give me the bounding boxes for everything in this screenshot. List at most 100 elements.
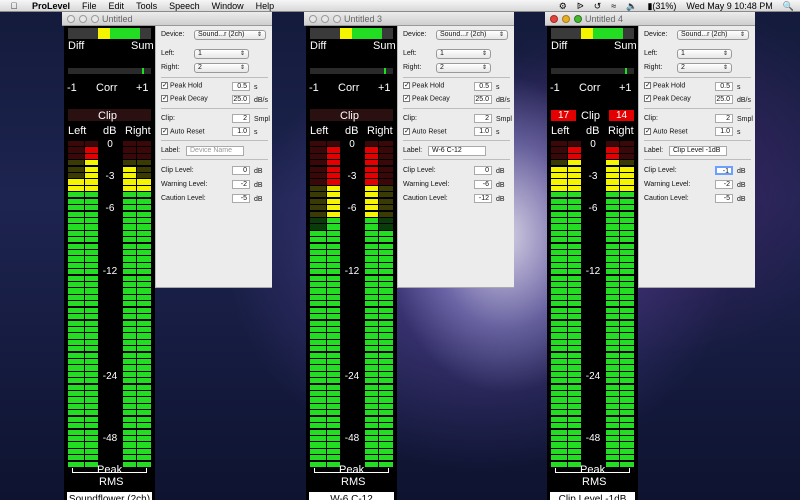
auto-reset-checkbox[interactable]: ✓ [403,128,410,135]
auto-reset-checkbox-row[interactable]: ✓ Auto Reset [644,128,688,135]
peak-hold-input[interactable]: 0.5 [715,82,733,91]
peak-decay-input[interactable]: 25.0 [232,95,250,104]
clip-samples-unit: Smpl [254,116,270,123]
window-titlebar[interactable]: Untitled 4 [545,12,755,26]
apple-icon[interactable]:  [8,1,20,11]
meter-segment [68,365,84,371]
bluetooth-icon[interactable]: ᐉ [577,1,584,12]
right-channel-value: 2 [198,64,202,71]
peak-hold-input[interactable]: 0.5 [474,82,492,91]
clip-samples-input[interactable]: 2 [715,114,733,123]
caution-level-input[interactable]: -12 [474,194,492,203]
minimize-button[interactable] [79,15,87,23]
auto-reset-checkbox-row[interactable]: ✓ Auto Reset [161,128,205,135]
peak-hold-checkbox[interactable]: ✓ [644,82,651,89]
peak-decay-checkbox-row[interactable]: ✓ Peak Decay [644,95,691,102]
battery-icon[interactable]: ▮(31%) [647,1,676,12]
peak-decay-checkbox[interactable]: ✓ [403,95,410,102]
wifi-icon[interactable]: ≈ [611,1,616,11]
warning-level-input[interactable]: -6 [474,180,492,189]
left-channel-select[interactable]: 1 ⇕ [436,49,491,59]
auto-reset-checkbox[interactable]: ✓ [161,128,168,135]
scale-minus48-label: -48 [344,433,360,444]
auto-reset-input[interactable]: 1.0 [232,127,250,136]
window-titlebar[interactable]: Untitled 3 [304,12,514,26]
window-titlebar[interactable]: Untitled [62,12,272,26]
auto-reset-checkbox-row[interactable]: ✓ Auto Reset [403,128,447,135]
menu-window[interactable]: Window [212,1,244,11]
meter-segment [85,365,98,371]
label-field[interactable]: Clip Level -1dB [669,146,727,156]
auto-reset-checkbox[interactable]: ✓ [644,128,651,135]
peak-decay-checkbox[interactable]: ✓ [161,95,168,102]
left-channel-select[interactable]: 1 ⇕ [677,49,732,59]
menu-tools[interactable]: Tools [136,1,157,11]
zoom-button[interactable] [574,15,582,23]
time-machine-icon[interactable]: ↺ [594,1,602,12]
menu-app-name[interactable]: ProLevel [32,1,70,11]
peak-hold-checkbox-row[interactable]: ✓ Peak Hold [403,82,444,89]
peak-decay-checkbox[interactable]: ✓ [644,95,651,102]
meter-segment [310,371,326,378]
close-button[interactable] [550,15,558,23]
volume-icon[interactable]: 🔈 [626,1,637,12]
peak-hold-checkbox[interactable]: ✓ [161,82,168,89]
zoom-button[interactable] [91,15,99,23]
minimize-button[interactable] [321,15,329,23]
clip-level-input[interactable]: 0 [232,166,250,175]
spotlight-icon[interactable]: 🔍 [783,1,794,12]
left-channel-select[interactable]: 1 ⇕ [194,49,249,59]
auto-reset-input[interactable]: 1.0 [474,127,492,136]
right-clip-count[interactable]: 14 [609,110,634,121]
right-channel-select[interactable]: 2 ⇕ [677,63,732,73]
caution-level-input[interactable]: -5 [232,194,250,203]
meter-segment [551,160,567,166]
menu-file[interactable]: File [82,1,97,11]
meter-segment [568,160,581,166]
device-select[interactable]: Sound...r (2ch) ⇕ [194,30,266,40]
clip-samples-input[interactable]: 2 [474,114,492,123]
warning-level-input[interactable]: -2 [232,180,250,189]
warning-level-input[interactable]: -2 [715,180,733,189]
left-clip-count[interactable]: 17 [551,110,576,121]
meter-segment [85,217,98,224]
peak-decay-input[interactable]: 25.0 [715,95,733,104]
clip-samples-input[interactable]: 2 [232,114,250,123]
meter-segment [123,397,136,403]
device-select[interactable]: Sound...r (2ch) ⇕ [436,30,508,40]
peak-hold-checkbox[interactable]: ✓ [403,82,410,89]
meter-segment [137,339,151,345]
label-field[interactable]: W-6 C-12 [428,146,486,156]
peak-hold-checkbox-row[interactable]: ✓ Peak Hold [644,82,685,89]
clip-level-input[interactable]: -1 [715,166,733,175]
menu-edit[interactable]: Edit [109,1,125,11]
clip-level-input[interactable]: 0 [474,166,492,175]
peak-hold-checkbox-row[interactable]: ✓ Peak Hold [161,82,202,89]
meter-segment [327,294,340,301]
menu-help[interactable]: Help [256,1,275,11]
right-channel-select[interactable]: 2 ⇕ [436,63,491,73]
close-button[interactable] [67,15,75,23]
peak-decay-checkbox-row[interactable]: ✓ Peak Decay [161,95,208,102]
right-channel-select[interactable]: 2 ⇕ [194,63,249,73]
meter-segment [379,442,393,448]
clock[interactable]: Wed May 9 10:48 PM [686,1,772,11]
peak-decay-checkbox-row[interactable]: ✓ Peak Decay [403,95,450,102]
caution-level-input[interactable]: -5 [715,194,733,203]
meter-segment [310,442,326,448]
minimize-button[interactable] [562,15,570,23]
label-field[interactable]: Device Name [186,146,244,156]
zoom-button[interactable] [333,15,341,23]
menu-speech[interactable]: Speech [169,1,200,11]
meter-segment [379,243,393,249]
meter-segment [551,378,567,384]
meter-segment [551,275,567,281]
meter-segment [620,339,634,345]
close-button[interactable] [309,15,317,23]
peak-decay-input[interactable]: 25.0 [474,95,492,104]
menu-bar:  ProLevel File Edit Tools Speech Window… [0,0,800,12]
gear-icon[interactable]: ⚙ [559,1,567,12]
peak-hold-input[interactable]: 0.5 [232,82,250,91]
auto-reset-input[interactable]: 1.0 [715,127,733,136]
device-select[interactable]: Sound...r (2ch) ⇕ [677,30,749,40]
